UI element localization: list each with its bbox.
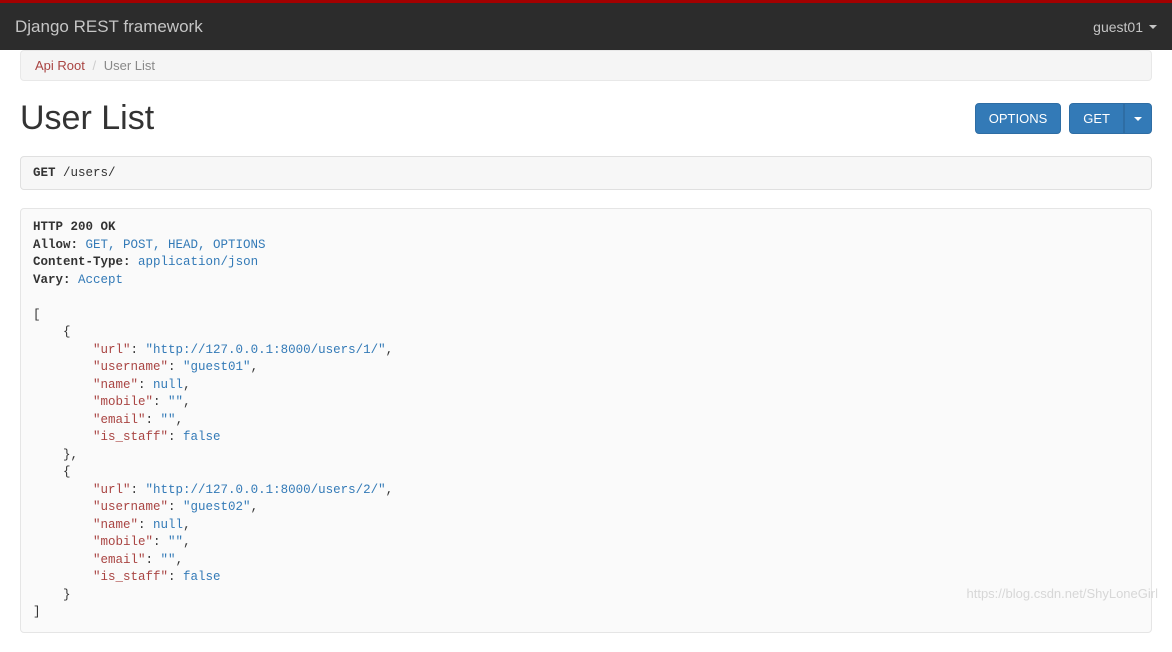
get-button-group: GET <box>1069 103 1152 134</box>
get-button[interactable]: GET <box>1069 103 1124 134</box>
get-dropdown-button[interactable] <box>1124 103 1152 134</box>
response-box: HTTP 200 OK Allow: GET, POST, HEAD, OPTI… <box>20 208 1152 633</box>
chevron-down-icon <box>1149 25 1157 29</box>
breadcrumb-current: User List <box>104 58 155 73</box>
breadcrumb: Api Root / User List <box>20 50 1152 81</box>
brand-link[interactable]: Django REST framework <box>15 17 203 37</box>
chevron-down-icon <box>1134 117 1142 121</box>
user-menu[interactable]: guest01 <box>1093 19 1157 35</box>
breadcrumb-root-link[interactable]: Api Root <box>35 58 85 73</box>
breadcrumb-separator: / <box>89 58 101 73</box>
request-info: GET /users/ <box>20 156 1152 190</box>
request-method: GET <box>33 166 56 180</box>
request-path: /users/ <box>63 166 116 180</box>
navbar: Django REST framework guest01 <box>0 3 1172 50</box>
action-buttons: OPTIONS GET <box>975 103 1152 134</box>
options-button[interactable]: OPTIONS <box>975 103 1062 134</box>
page-title: User List <box>20 99 154 138</box>
user-name: guest01 <box>1093 19 1143 35</box>
main-content: User List OPTIONS GET GET /users/ HTTP 2… <box>0 81 1172 651</box>
page-header-row: User List OPTIONS GET <box>20 99 1152 138</box>
